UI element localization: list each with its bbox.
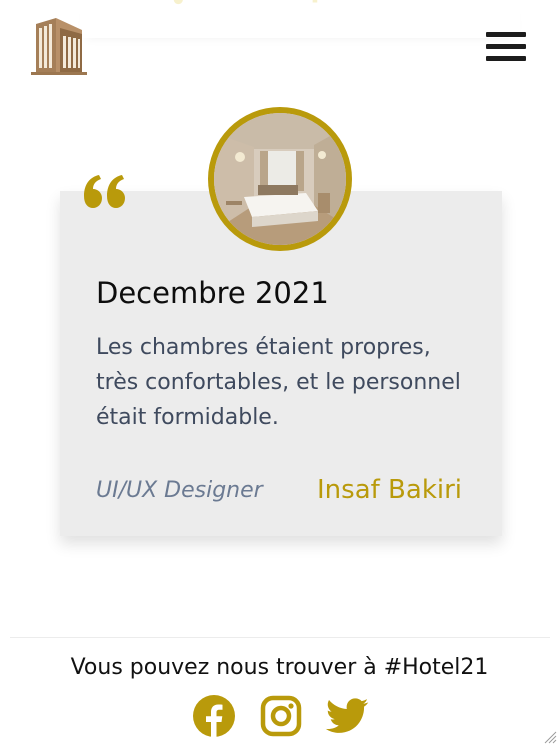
resize-grip-icon[interactable] [542, 729, 557, 744]
twitter-link[interactable] [324, 694, 369, 738]
offscreen-heading-fragment: • · [170, 0, 320, 16]
menu-button[interactable] [484, 30, 528, 64]
page: • · Decembre 2021 Les chambres étaient p… [0, 0, 559, 746]
hotel-logo[interactable] [30, 16, 88, 76]
facebook-icon [193, 695, 235, 737]
twitter-icon [325, 698, 369, 733]
menu-bar-top [486, 32, 526, 37]
facebook-link[interactable] [192, 694, 236, 738]
hotel-room-photo [214, 113, 346, 245]
reviewer-role: UI/UX Designer [96, 478, 263, 503]
hotel-building-icon [31, 18, 87, 75]
instagram-icon [260, 695, 302, 737]
review-date: Decembre 2021 [96, 276, 329, 310]
menu-bar-bottom [486, 56, 526, 61]
instagram-link[interactable] [259, 694, 303, 738]
footer-divider [10, 637, 550, 638]
review-text: Les chambres étaient propres, très confo… [96, 335, 461, 430]
footer-text: Vous pouvez nous trouver à #Hotel21 [70, 655, 489, 680]
menu-bar-middle [486, 44, 526, 49]
quote-icon [84, 175, 125, 208]
reviewer-name: Insaf Bakiri [317, 475, 463, 505]
reviewer-avatar [208, 107, 352, 251]
